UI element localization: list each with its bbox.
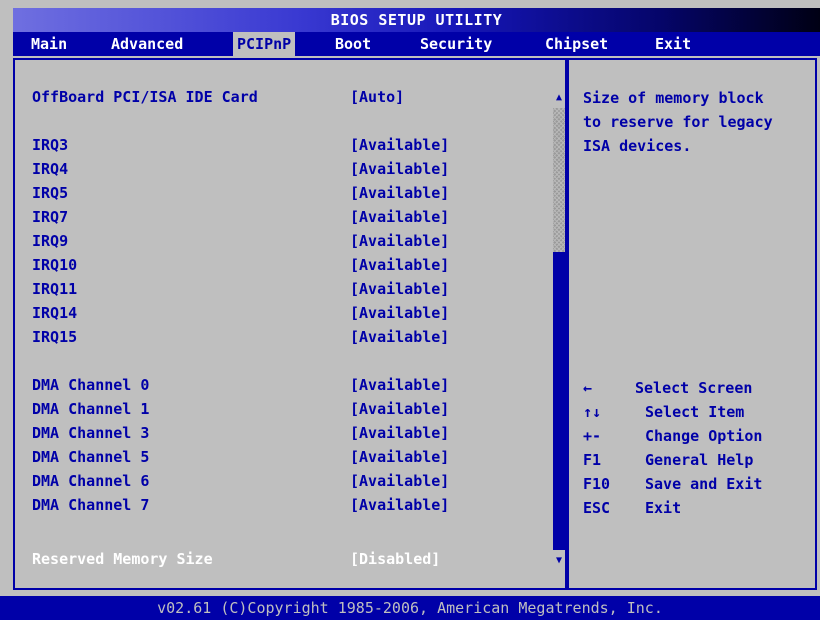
key-legend: ← Select Screen ↑↓ Select Item +- Change… — [583, 376, 808, 520]
scroll-up-arrow-icon[interactable]: ▲ — [553, 91, 565, 105]
key-desc: Select Screen — [635, 379, 753, 397]
setting-value-irq3[interactable]: [Available] — [350, 133, 449, 157]
key-row-select-item: ↑↓ Select Item — [583, 400, 808, 424]
setting-label-irq11[interactable]: IRQ11 — [32, 277, 77, 301]
left-arrow-icon: ← — [583, 379, 593, 397]
scroll-down-arrow-icon[interactable]: ▼ — [553, 554, 565, 568]
menu-main[interactable]: Main — [27, 32, 71, 56]
menu-chipset[interactable]: Chipset — [541, 32, 612, 56]
menu-exit[interactable]: Exit — [651, 32, 695, 56]
help-line: ISA devices. — [583, 137, 692, 155]
plus-minus-icon: +- — [583, 427, 602, 445]
setting-label-dma7[interactable]: DMA Channel 7 — [32, 493, 149, 517]
key-label: F1 — [583, 451, 602, 469]
setting-label-dma1[interactable]: DMA Channel 1 — [32, 397, 149, 421]
setting-label-reserved-memory[interactable]: Reserved Memory Size — [32, 547, 213, 571]
setting-value-irq14[interactable]: [Available] — [350, 301, 449, 325]
setting-label-irq4[interactable]: IRQ4 — [32, 157, 68, 181]
key-row-general-help: F1 General Help — [583, 448, 808, 472]
key-row-select-screen: ← Select Screen — [583, 376, 808, 400]
setting-label-irq15[interactable]: IRQ15 — [32, 325, 77, 349]
setting-value-dma3[interactable]: [Available] — [350, 421, 449, 445]
setting-value-dma7[interactable]: [Available] — [350, 493, 449, 517]
window-title: BIOS SETUP UTILITY — [13, 8, 820, 32]
key-desc: Save and Exit — [645, 475, 763, 493]
key-label: F10 — [583, 475, 611, 493]
setting-value-irq10[interactable]: [Available] — [350, 253, 449, 277]
setting-value-irq7[interactable]: [Available] — [350, 205, 449, 229]
menu-security[interactable]: Security — [416, 32, 496, 56]
setting-value-irq5[interactable]: [Available] — [350, 181, 449, 205]
setting-value-irq11[interactable]: [Available] — [350, 277, 449, 301]
setting-value-offboard-ide[interactable]: [Auto] — [350, 85, 404, 109]
menu-bar: Main Advanced PCIPnP Boot Security Chips… — [13, 32, 820, 56]
key-label: ESC — [583, 499, 611, 517]
menu-boot[interactable]: Boot — [331, 32, 375, 56]
setting-label-irq3[interactable]: IRQ3 — [32, 133, 68, 157]
setting-label-offboard-ide[interactable]: OffBoard PCI/ISA IDE Card — [32, 85, 258, 109]
scrollbar-thumb[interactable] — [553, 252, 565, 550]
help-description: Size of memory block to reserve for lega… — [583, 86, 808, 158]
key-desc: General Help — [645, 451, 754, 469]
setting-label-dma3[interactable]: DMA Channel 3 — [32, 421, 149, 445]
setting-value-irq15[interactable]: [Available] — [350, 325, 449, 349]
help-line: to reserve for legacy — [583, 113, 773, 131]
setting-label-dma5[interactable]: DMA Channel 5 — [32, 445, 149, 469]
key-row-exit: ESC Exit — [583, 496, 808, 520]
key-row-change-option: +- Change Option — [583, 424, 808, 448]
up-down-arrow-icon: ↑↓ — [583, 403, 602, 421]
scrollbar-track[interactable] — [553, 108, 565, 252]
setting-label-dma6[interactable]: DMA Channel 6 — [32, 469, 149, 493]
setting-label-irq14[interactable]: IRQ14 — [32, 301, 77, 325]
key-desc: Change Option — [645, 427, 763, 445]
setting-value-dma0[interactable]: [Available] — [350, 373, 449, 397]
setting-label-irq7[interactable]: IRQ7 — [32, 205, 68, 229]
setting-value-dma1[interactable]: [Available] — [350, 397, 449, 421]
setting-value-irq9[interactable]: [Available] — [350, 229, 449, 253]
key-desc: Exit — [645, 499, 682, 517]
copyright-footer: v02.61 (C)Copyright 1985-2006, American … — [0, 596, 820, 620]
setting-label-irq5[interactable]: IRQ5 — [32, 181, 68, 205]
setting-value-irq4[interactable]: [Available] — [350, 157, 449, 181]
menu-advanced[interactable]: Advanced — [107, 32, 187, 56]
key-row-save-exit: F10 Save and Exit — [583, 472, 808, 496]
setting-value-dma6[interactable]: [Available] — [350, 469, 449, 493]
setting-value-reserved-memory[interactable]: [Disabled] — [350, 547, 440, 571]
setting-label-irq10[interactable]: IRQ10 — [32, 253, 77, 277]
setting-value-dma5[interactable]: [Available] — [350, 445, 449, 469]
key-desc: Select Item — [645, 403, 745, 421]
help-line: Size of memory block — [583, 89, 764, 107]
menu-pcipnp[interactable]: PCIPnP — [233, 32, 296, 56]
setting-label-dma0[interactable]: DMA Channel 0 — [32, 373, 149, 397]
setting-label-irq9[interactable]: IRQ9 — [32, 229, 68, 253]
